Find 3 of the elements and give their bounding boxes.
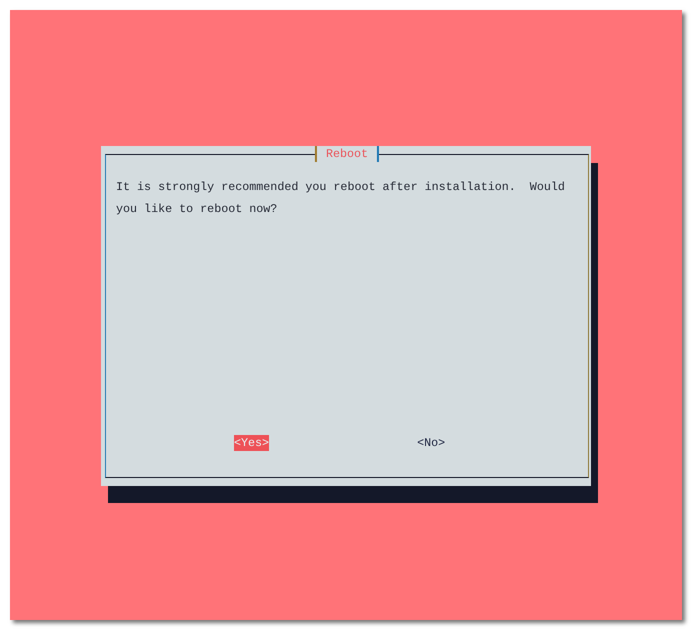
dialog-title: Reboot xyxy=(314,146,380,162)
dialog-message: It is strongly recommended you reboot after installation. Would you like to reboot now? xyxy=(116,179,566,218)
dialog-button[interactable]: <No> xyxy=(417,435,446,451)
